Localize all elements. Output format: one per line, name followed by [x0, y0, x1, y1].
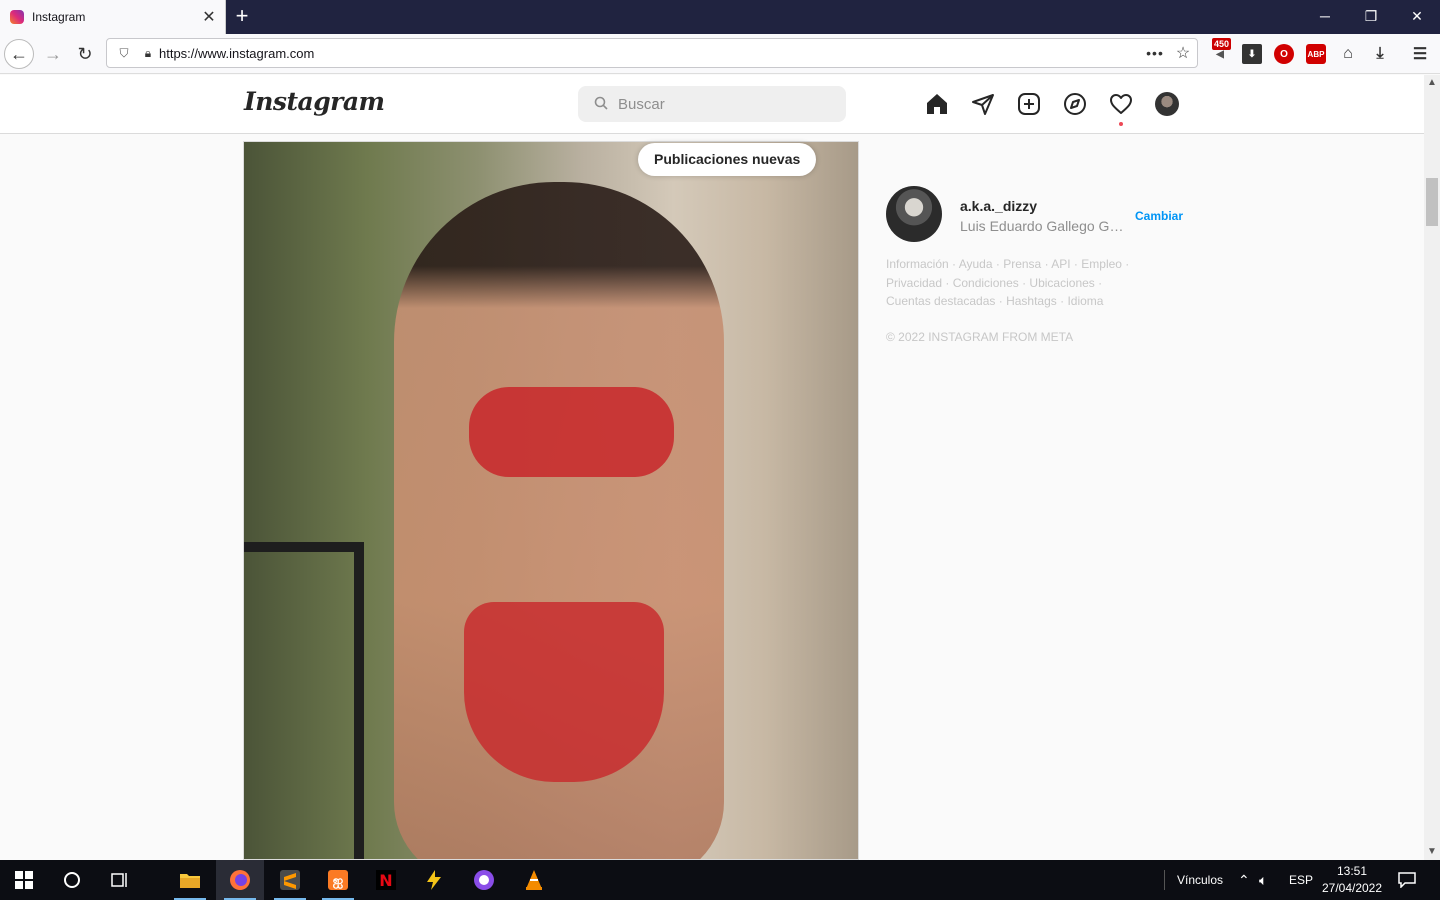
footer-link[interactable]: Condiciones — [953, 276, 1019, 290]
instagram-header: Instagram — [0, 75, 1424, 134]
task-view-icon[interactable] — [96, 860, 144, 900]
search-input[interactable] — [618, 95, 818, 113]
netflix-icon[interactable]: N — [362, 860, 410, 900]
show-hidden-icons-icon[interactable]: ⌃ — [1238, 860, 1250, 900]
svg-text:ஐ: ஐ — [333, 874, 344, 889]
instagram-favicon-icon — [10, 10, 24, 24]
back-button[interactable]: ← — [4, 39, 34, 69]
instagram-logo[interactable]: Instagram — [244, 87, 385, 116]
tab-title: Instagram — [32, 10, 86, 24]
file-explorer-icon[interactable] — [166, 860, 214, 900]
footer-link[interactable]: Prensa — [1003, 257, 1041, 271]
browser-tab-instagram[interactable]: Instagram ✕ — [0, 0, 226, 34]
svg-text:N: N — [379, 871, 392, 890]
tracking-protection-shield-icon[interactable]: ⛉ — [111, 46, 137, 61]
footer-link[interactable]: Ayuda — [959, 257, 993, 271]
footer-links: Información · Ayuda · Prensa · API · Emp… — [886, 257, 1130, 308]
minimize-window-button[interactable]: ─ — [1302, 0, 1348, 34]
footer-link[interactable]: Información — [886, 257, 949, 271]
scrollbar-thumb[interactable] — [1426, 178, 1438, 226]
page-actions-menu-icon[interactable]: ••• — [1141, 45, 1169, 61]
feed-post-image[interactable] — [243, 141, 859, 860]
clock-time: 13:51 — [1336, 864, 1368, 878]
post-image-garment-bottom — [464, 602, 664, 782]
footer-link[interactable]: API — [1051, 257, 1070, 271]
new-tab-button[interactable]: + — [230, 4, 254, 28]
footer-link[interactable]: Hashtags — [1006, 294, 1057, 308]
new-post-icon[interactable] — [1015, 90, 1043, 118]
footer-link[interactable]: Privacidad — [886, 276, 942, 290]
home-nav-icon[interactable] — [923, 90, 951, 118]
profile-avatar-small[interactable] — [1155, 92, 1179, 116]
hamburger-menu-icon[interactable]: ☰ — [1410, 44, 1430, 64]
footer-link[interactable]: Cuentas destacadas — [886, 294, 995, 308]
system-clock[interactable]: 13:51 27/04/2022 — [1316, 863, 1388, 897]
activity-heart-icon[interactable] — [1107, 90, 1135, 118]
home-icon[interactable]: ⌂ — [1338, 44, 1358, 64]
notification-dot — [1119, 122, 1123, 126]
close-window-button[interactable]: ✕ — [1394, 0, 1440, 34]
search-icon — [594, 96, 608, 113]
clock-date: 27/04/2022 — [1321, 881, 1383, 895]
new-posts-button[interactable]: Publicaciones nuevas — [638, 143, 817, 176]
extension-adblock-plus-icon[interactable]: ABP — [1306, 44, 1326, 64]
footer-link[interactable]: Idioma — [1067, 294, 1103, 308]
cortana-search-icon[interactable] — [48, 860, 96, 900]
profile-username[interactable]: a.k.a._dizzy — [960, 198, 1037, 214]
winrar-lightning-icon[interactable] — [410, 860, 458, 900]
lock-icon[interactable]: 🔒︎ — [137, 46, 159, 61]
xampp-icon[interactable]: ஐ — [314, 860, 362, 900]
switch-account-link[interactable]: Cambiar — [1135, 209, 1183, 223]
bookmark-star-icon[interactable]: ☆ — [1169, 43, 1197, 63]
extension-download-helper-icon[interactable]: ⬇ — [1242, 44, 1262, 64]
profile-full-name: Luis Eduardo Gallego Gar... — [960, 218, 1130, 234]
reload-button[interactable]: ↻ — [70, 39, 100, 69]
profile-avatar[interactable] — [886, 186, 942, 242]
downloads-icon[interactable]: ⤓ — [1370, 44, 1390, 64]
close-tab-icon[interactable]: ✕ — [199, 7, 219, 27]
url-text[interactable]: https://www.instagram.com — [159, 46, 1141, 61]
address-bar[interactable]: ⛉ 🔒︎ https://www.instagram.com ••• ☆ — [106, 38, 1198, 68]
firefox-taskbar-icon[interactable] — [216, 860, 264, 900]
taskbar-separator — [1164, 870, 1165, 890]
direct-messages-icon[interactable] — [969, 90, 997, 118]
post-image-garment-top — [469, 387, 674, 477]
forward-button[interactable]: → — [38, 39, 68, 69]
search-box[interactable] — [578, 86, 846, 122]
extension-opera-icon[interactable]: O — [1274, 44, 1294, 64]
restore-window-button[interactable]: ❐ — [1348, 0, 1394, 34]
links-toolbar-label[interactable]: Vínculos — [1177, 860, 1223, 900]
volume-icon[interactable]: 🔈︎ — [1259, 860, 1267, 900]
explore-compass-icon[interactable] — [1061, 90, 1089, 118]
post-image-railing — [244, 542, 364, 859]
copyright-text: © 2022 INSTAGRAM FROM META — [886, 330, 1074, 344]
github-desktop-icon[interactable] — [460, 860, 508, 900]
windows-start-icon[interactable] — [0, 860, 48, 900]
footer-link[interactable]: Empleo — [1081, 257, 1122, 271]
footer-link[interactable]: Ubicaciones — [1029, 276, 1094, 290]
vlc-icon[interactable] — [510, 860, 558, 900]
notifications-action-center-icon[interactable] — [1398, 860, 1416, 900]
language-indicator[interactable]: ESP — [1289, 860, 1313, 900]
scroll-down-icon[interactable]: ▼ — [1424, 844, 1440, 860]
sublime-text-icon[interactable] — [266, 860, 314, 900]
scroll-up-icon[interactable]: ▲ — [1424, 75, 1440, 91]
extension-badge: 450 — [1212, 38, 1232, 50]
